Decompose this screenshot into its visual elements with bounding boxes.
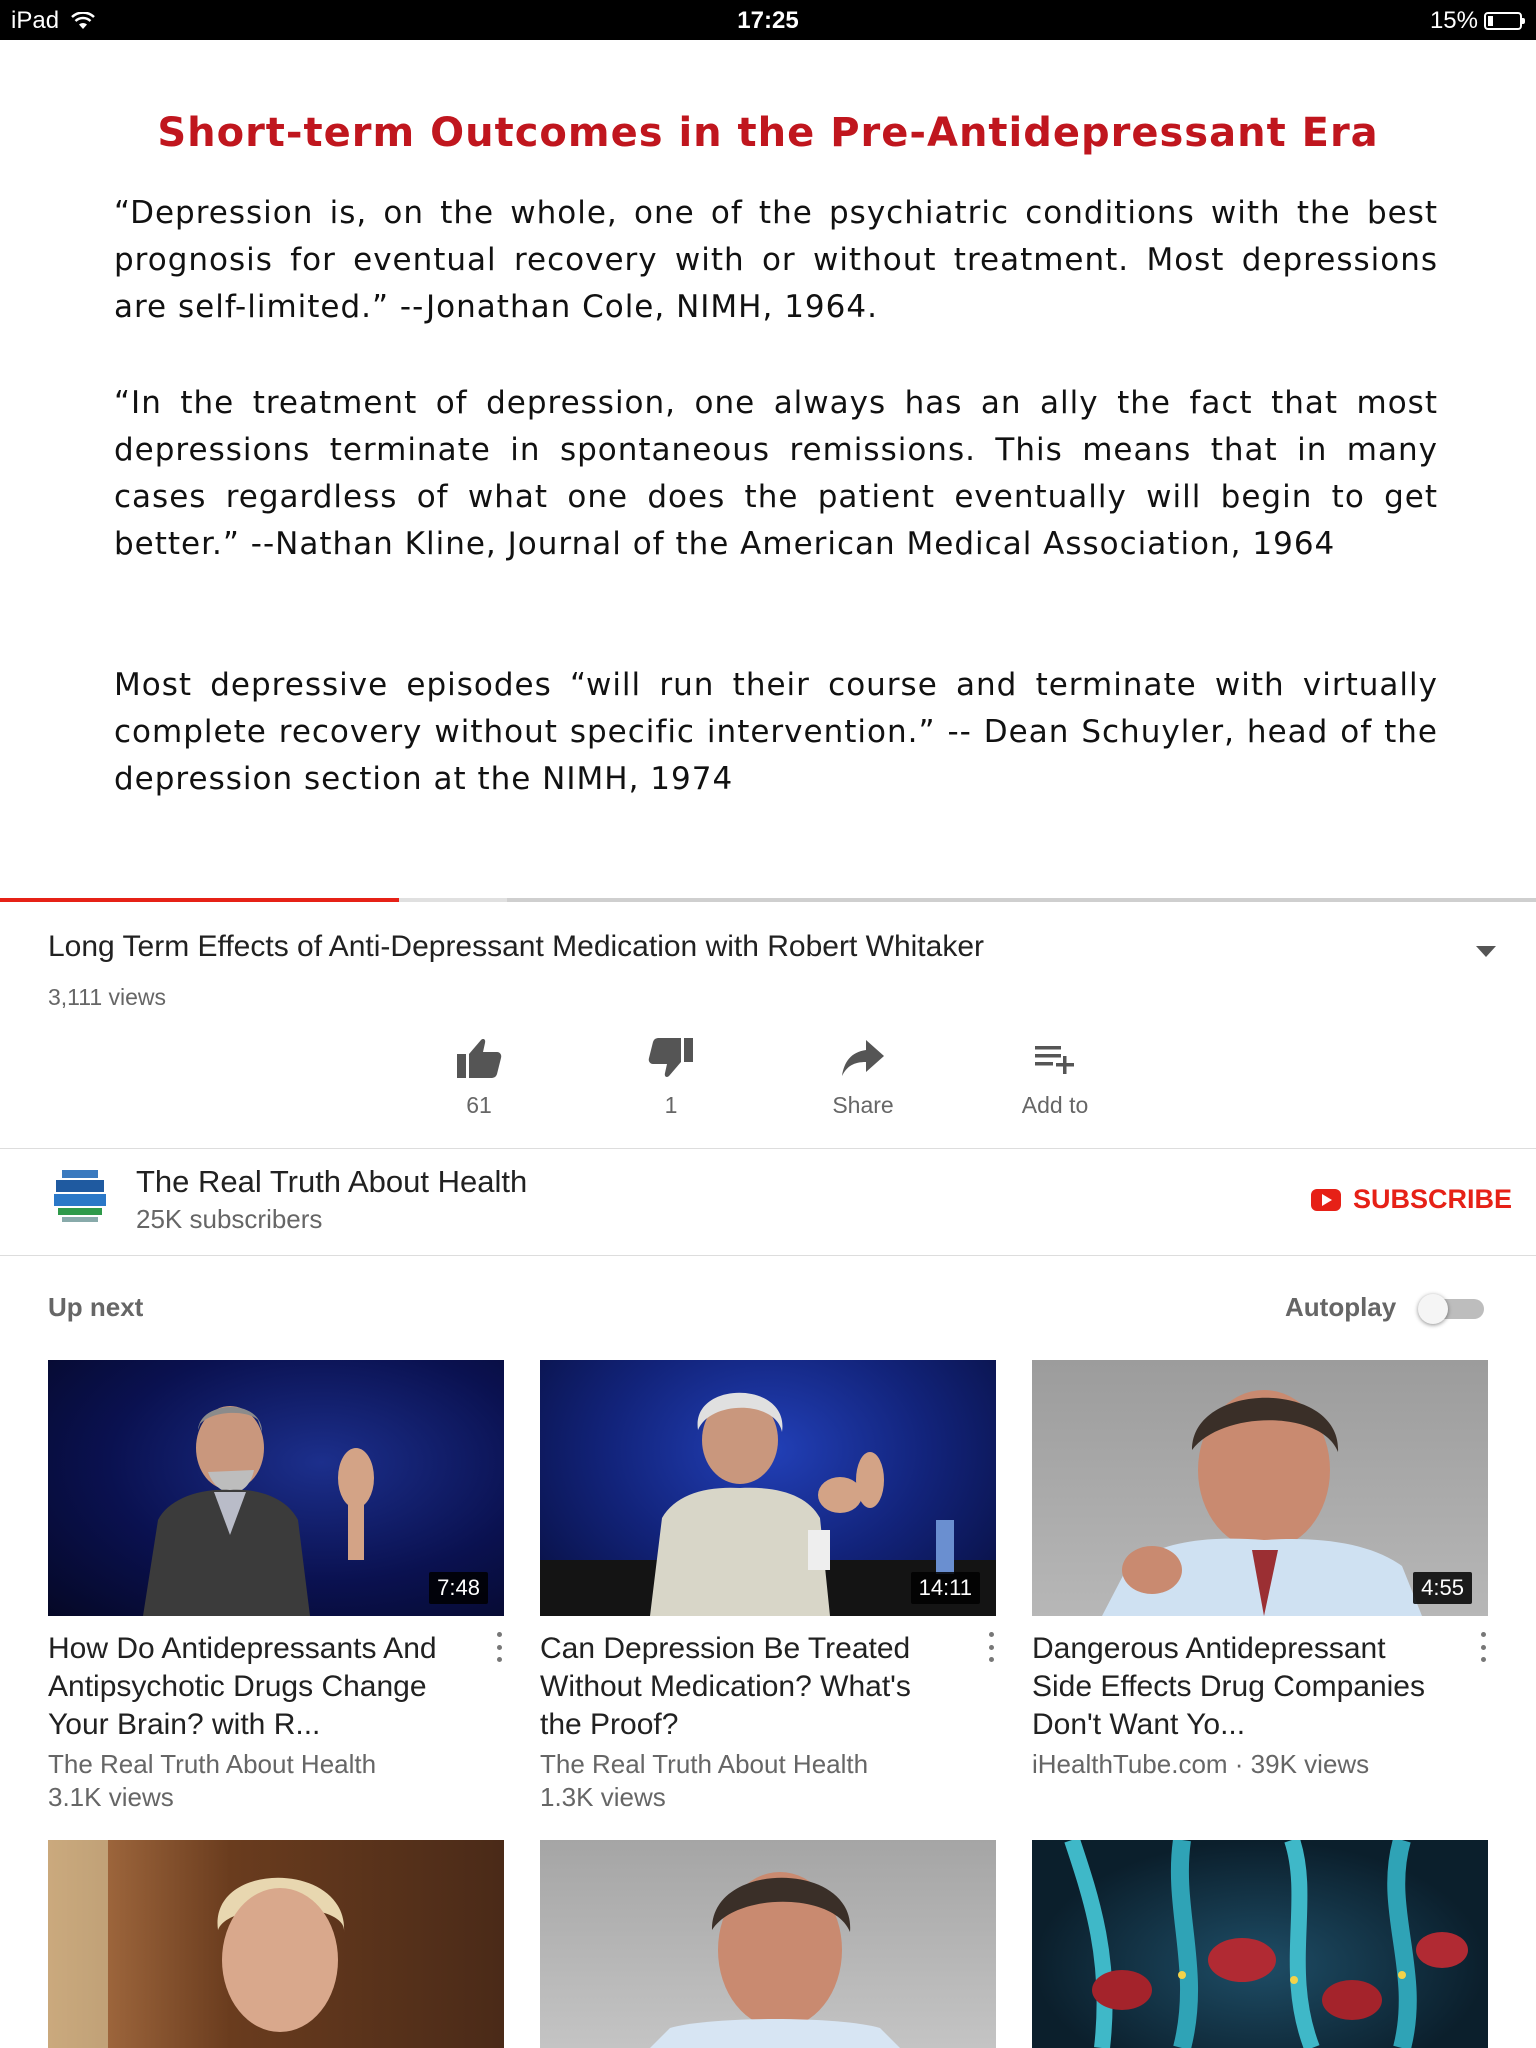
- channel-avatar[interactable]: [48, 1164, 112, 1228]
- divider: [0, 1148, 1536, 1149]
- autoplay-toggle[interactable]: [1418, 1294, 1486, 1324]
- status-bar: iPad 17:25 15%: [0, 0, 1536, 40]
- more-options-icon[interactable]: [494, 1632, 504, 1662]
- like-count: 61: [466, 1092, 492, 1118]
- video-player[interactable]: Short-term Outcomes in the Pre-Antidepre…: [0, 40, 1536, 900]
- video-card-title[interactable]: Can Depression Be Treated Without Medica…: [540, 1630, 940, 1744]
- status-time: 17:25: [737, 7, 799, 34]
- up-next-video-card[interactable]: 14:11 Can Depression Be Treated Without …: [540, 1360, 996, 1814]
- dislike-count: 1: [664, 1092, 678, 1118]
- channel-subscriber-count: 25K subscribers: [136, 1204, 323, 1234]
- more-options-icon[interactable]: [986, 1632, 996, 1662]
- share-icon: [842, 1040, 884, 1076]
- add-to-button[interactable]: Add to: [995, 1030, 1115, 1119]
- more-options-icon[interactable]: [1478, 1632, 1488, 1662]
- divider: [0, 1255, 1536, 1256]
- video-progress-bar[interactable]: [0, 898, 1536, 902]
- video-duration: 14:11: [910, 1572, 980, 1604]
- thumbs-up-icon: [457, 1039, 502, 1078]
- up-next-video-card[interactable]: [540, 1840, 996, 2048]
- video-thumbnail[interactable]: 7:48: [48, 1360, 504, 1616]
- video-thumbnail[interactable]: [540, 1840, 996, 2048]
- video-thumbnail[interactable]: [48, 1840, 504, 2048]
- video-thumbnail[interactable]: [1032, 1840, 1488, 2048]
- view-count: 3,111 views: [48, 984, 167, 1010]
- youtube-logo-icon: [1310, 1188, 1341, 1211]
- progress-played: [0, 898, 400, 902]
- share-button[interactable]: Share: [803, 1030, 923, 1119]
- slide-title: Short-term Outcomes in the Pre-Antidepre…: [157, 110, 1379, 156]
- battery-icon: [1484, 12, 1525, 30]
- slide-quote-kline: “In the treatment of depression, one alw…: [114, 385, 1438, 562]
- share-label: Share: [832, 1092, 894, 1118]
- up-next-video-card[interactable]: 7:48 How Do Antidepressants And Antipsyc…: [48, 1360, 504, 1814]
- slide-quote-schuyler: Most depressive episodes “will run their…: [114, 667, 1438, 797]
- up-next-video-card[interactable]: [48, 1840, 504, 2048]
- up-next-heading: Up next: [48, 1292, 144, 1322]
- video-card-meta: iHealthTube.com · 39K views: [1032, 1749, 1370, 1779]
- video-duration: 7:48: [429, 1572, 488, 1604]
- video-title[interactable]: Long Term Effects of Anti-Depressant Med…: [48, 930, 984, 964]
- up-next-video-card[interactable]: [1032, 1840, 1488, 2048]
- subscribe-label: SUBSCRIBE: [1352, 1184, 1512, 1214]
- battery-percent: 15%: [1429, 7, 1478, 34]
- video-actions: 61 1 Share Add to: [0, 1030, 1536, 1120]
- dislike-button[interactable]: 1: [611, 1030, 731, 1119]
- add-to-label: Add to: [1021, 1092, 1089, 1118]
- video-duration: 4:55: [1413, 1572, 1472, 1604]
- video-card-title[interactable]: Dangerous Antidepressant Side Effects Dr…: [1032, 1630, 1432, 1744]
- autoplay-label: Autoplay: [1285, 1292, 1397, 1322]
- video-thumbnail[interactable]: 4:55: [1032, 1360, 1488, 1616]
- video-card-views: 3.1K views: [48, 1782, 174, 1812]
- slide-quote-cole: “Depression is, on the whole, one of the…: [114, 195, 1438, 325]
- subscribe-button[interactable]: SUBSCRIBE: [1310, 1184, 1512, 1215]
- like-button[interactable]: 61: [419, 1030, 539, 1119]
- video-thumbnail[interactable]: 14:11: [540, 1360, 996, 1616]
- video-card-views: 1.3K views: [540, 1782, 666, 1812]
- channel-name[interactable]: The Real Truth About Health: [136, 1164, 527, 1200]
- add-to-playlist-icon: [1035, 1046, 1074, 1074]
- video-card-channel: The Real Truth About Health: [48, 1749, 377, 1779]
- video-card-channel: The Real Truth About Health: [540, 1749, 869, 1779]
- up-next-video-card[interactable]: 4:55 Dangerous Antidepressant Side Effec…: [1032, 1360, 1488, 1781]
- thumbs-down-icon: [648, 1038, 693, 1077]
- video-card-title[interactable]: How Do Antidepressants And Antipsychotic…: [48, 1630, 448, 1744]
- expand-description-icon[interactable]: [1476, 946, 1496, 957]
